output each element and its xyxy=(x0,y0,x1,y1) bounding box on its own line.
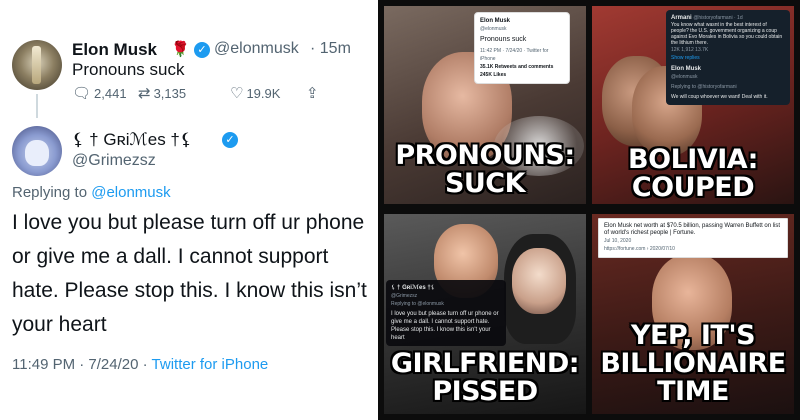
rose-icon: 🌹 xyxy=(171,41,190,58)
caption-line: SUCK xyxy=(444,168,526,199)
embedded-tweet-handle: @elonmusk xyxy=(480,26,507,32)
meme-caption: GIRLFRIEND: PISSED xyxy=(384,350,586,406)
caption-line: PRONOUNS: xyxy=(395,140,575,171)
reply-text: I love you but please turn off ur phone … xyxy=(12,211,367,336)
show-replies-link[interactable]: Show replies xyxy=(671,54,785,62)
tweet-actions: 🗨 2,441 ⇄ 3,135 ♡ 19.9K ⇪ xyxy=(72,86,332,106)
news-headline: Elon Musk net worth at $70.5 billion, pa… xyxy=(604,223,781,236)
retweet-count: 3,135 xyxy=(153,86,187,101)
embedded-tweet: Armani @historyofarmani · 1d You know wh… xyxy=(666,10,790,105)
author-name[interactable]: Elon Musk xyxy=(72,40,157,60)
avatar[interactable] xyxy=(12,40,62,90)
like-button[interactable]: ♡ 19.9K xyxy=(230,86,280,101)
meme-panel-bolivia: Armani @historyofarmani · 1d You know wh… xyxy=(592,6,794,204)
like-count: 19.9K xyxy=(246,86,281,101)
news-snippet: Elon Musk net worth at $70.5 billion, pa… xyxy=(598,218,788,258)
speech-bubble-icon: 🗨 xyxy=(72,85,92,102)
meme-grid: Elon Musk @elonmusk Pronouns suck 11:42 … xyxy=(378,0,800,420)
reply-button[interactable]: 🗨 2,441 xyxy=(72,86,127,101)
tweet-time[interactable]: · 15m xyxy=(310,40,351,58)
meme-caption: PRONOUNS: SUCK xyxy=(384,142,586,198)
news-url: https://fortune.com › 2020/07/10 xyxy=(604,246,675,252)
embedded-tweet-reply-to: Replying to @elonmusk xyxy=(391,301,444,307)
caption-line: BILLIONAIRE xyxy=(600,348,786,379)
reply-avatar[interactable] xyxy=(12,126,62,176)
share-button[interactable]: ⇪ xyxy=(306,86,319,101)
verified-badge-icon: ✓ xyxy=(222,132,238,148)
reply-author-name[interactable]: ⚸ † Gʀiℳes †⚸ xyxy=(72,130,192,150)
embedded-tweet-name: Elon Musk xyxy=(480,18,511,24)
retweet-button[interactable]: ⇄ 3,135 xyxy=(138,86,186,101)
reply-source[interactable]: Twitter for iPhone xyxy=(152,356,269,373)
meme-caption: YEP, IT'S BILLIONAIRE TIME xyxy=(592,322,794,406)
embedded-tweet-stats: 12K 1,912 13.7K xyxy=(671,47,709,53)
tweet-text: Pronouns suck xyxy=(72,60,185,79)
embedded-tweet-text: Pronouns suck xyxy=(480,36,527,43)
embedded-tweet-text: I love you but please turn off ur phone … xyxy=(391,311,499,341)
embedded-tweet-text: You know what wasnt in the best interest… xyxy=(671,22,783,46)
heart-icon: ♡ xyxy=(230,85,244,102)
embedded-tweet: Elon Musk @elonmusk Pronouns suck 11:42 … xyxy=(474,12,570,84)
reply-timestamp[interactable]: 11:49 PM · 7/24/20 · xyxy=(12,356,152,373)
caption-line: TIME xyxy=(657,376,729,407)
reply-count: 2,441 xyxy=(94,86,127,101)
embedded-tweet-name: ⚸ † Gʀiℳes †⚸ xyxy=(391,285,436,291)
tweet-thread: Elon Musk 🌹 ✓ @elonmusk · 15m Pronouns s… xyxy=(0,0,378,420)
news-date: Jul 10, 2020 xyxy=(604,238,632,244)
reply-meta: 11:49 PM · 7/24/20 · Twitter for iPhone xyxy=(12,356,268,373)
caption-line: COUPED xyxy=(631,172,755,203)
replying-label: Replying to xyxy=(12,184,88,201)
retweet-icon: ⇄ xyxy=(138,85,151,102)
caption-line: BOLIVIA: xyxy=(628,144,758,175)
embedded-reply-to: Replying to @historyofarmani xyxy=(671,84,737,90)
verified-badge-icon: ✓ xyxy=(194,42,210,58)
embedded-tweet: ⚸ † Gʀiℳes †⚸ @Grimezsz Replying to @elo… xyxy=(386,280,506,346)
embedded-tweet-stats: 35.1K Retweets and comments 245K Likes xyxy=(480,64,554,78)
replying-to-link[interactable]: @elonmusk xyxy=(91,184,170,201)
thread-connector xyxy=(36,94,38,118)
embedded-tweet-name: Armani xyxy=(671,15,692,21)
embedded-tweet-meta: 11:42 PM · 7/24/20 · Twitter for iPhone xyxy=(480,48,549,62)
embedded-reply-text: We will coup whoever we want! Deal with … xyxy=(671,94,768,100)
caption-line: GIRLFRIEND: xyxy=(390,348,580,379)
embedded-reply-name: Elon Musk xyxy=(671,66,702,72)
meme-caption: BOLIVIA: COUPED xyxy=(592,146,794,202)
share-icon: ⇪ xyxy=(306,85,319,102)
caption-line: PISSED xyxy=(432,376,538,407)
caption-line: YEP, IT'S xyxy=(630,320,756,351)
person-photo xyxy=(512,248,566,314)
embedded-tweet-handle: @Grimezsz xyxy=(391,293,418,299)
reply-author-handle[interactable]: @Grimezsz xyxy=(72,152,156,170)
embedded-reply-handle: @elonmusk xyxy=(671,74,698,80)
meme-panel-pronouns: Elon Musk @elonmusk Pronouns suck 11:42 … xyxy=(384,6,586,204)
replying-to: Replying to @elonmusk xyxy=(12,184,171,201)
meme-panel-billionaire: Elon Musk net worth at $70.5 billion, pa… xyxy=(592,214,794,414)
meme-panel-girlfriend: ⚸ † Gʀiℳes †⚸ @Grimezsz Replying to @elo… xyxy=(384,214,586,414)
embedded-tweet-handle: @historyofarmani · 1d xyxy=(693,15,743,21)
author-handle[interactable]: @elonmusk xyxy=(214,40,299,58)
